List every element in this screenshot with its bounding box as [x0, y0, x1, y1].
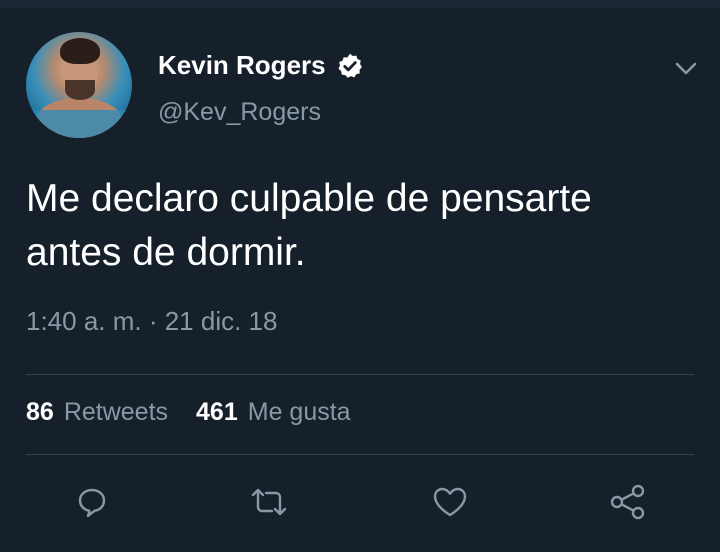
- verified-badge-icon: [336, 52, 364, 80]
- author-name[interactable]: Kevin Rogers: [158, 50, 326, 81]
- avatar-beard: [65, 80, 95, 100]
- tweet-timestamp[interactable]: 1:40 a. m. · 21 dic. 18: [26, 306, 277, 337]
- reply-icon[interactable]: [70, 480, 114, 524]
- heart-icon[interactable]: [428, 480, 472, 524]
- divider-bottom: [26, 454, 694, 455]
- chevron-down-icon[interactable]: [672, 54, 700, 82]
- author-handle[interactable]: @Kev_Rogers: [158, 98, 321, 127]
- tweet-text-line-2: antes de dormir.: [26, 231, 306, 274]
- retweets-count: 86: [26, 398, 54, 426]
- avatar[interactable]: [26, 32, 132, 138]
- tweet-text: Me declaro culpable de pensarte antes de…: [26, 172, 706, 280]
- likes-stat[interactable]: 461 Me gusta: [196, 398, 351, 427]
- tweet-actions: [0, 480, 720, 530]
- share-icon[interactable]: [606, 480, 650, 524]
- tweet-text-line-1: Me declaro culpable de pensarte: [26, 177, 592, 220]
- author-name-row[interactable]: Kevin Rogers: [158, 50, 364, 81]
- likes-count: 461: [196, 398, 238, 426]
- tweet-card: Kevin Rogers @Kev_Rogers Me declaro culp…: [0, 8, 720, 552]
- tweet-stats: 86 Retweets 461 Me gusta: [26, 398, 351, 427]
- likes-label: Me gusta: [247, 398, 351, 426]
- retweets-stat[interactable]: 86 Retweets: [26, 398, 168, 427]
- retweets-label: Retweets: [63, 398, 169, 426]
- avatar-water: [26, 110, 132, 138]
- top-bar-edge: [0, 0, 720, 8]
- avatar-hair: [60, 38, 100, 64]
- retweet-icon[interactable]: [247, 480, 291, 524]
- divider-top: [26, 374, 694, 375]
